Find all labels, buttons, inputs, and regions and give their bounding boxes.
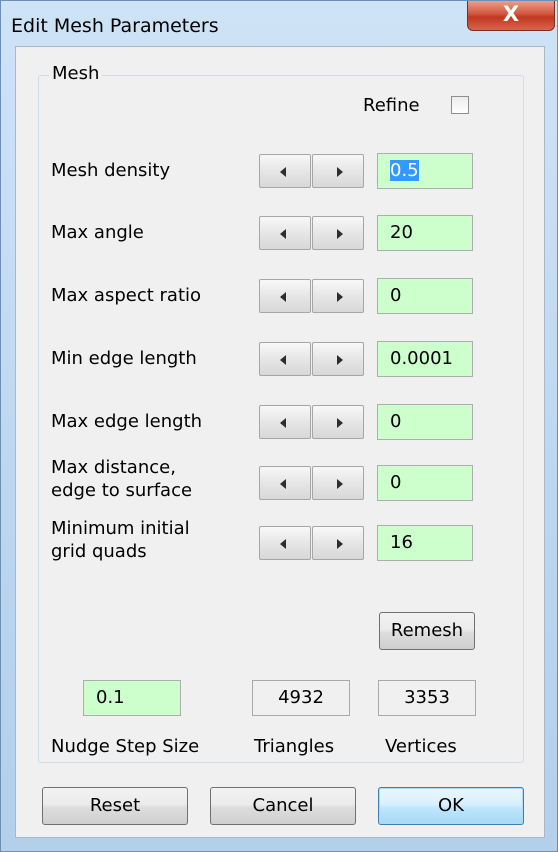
triangle-right-icon xyxy=(337,539,343,549)
nudge-step-size-field[interactable]: 0.1 xyxy=(83,680,181,716)
max-angle-spinner xyxy=(259,216,365,250)
title-bar[interactable]: Edit Mesh Parameters X xyxy=(1,1,558,49)
reset-button[interactable]: Reset xyxy=(42,787,188,825)
vertices-count: 3353 xyxy=(378,680,476,716)
nudge-step-size-caption: Nudge Step Size xyxy=(51,736,200,757)
triangle-right-icon xyxy=(337,418,343,428)
triangle-left-icon xyxy=(280,539,286,549)
triangle-right-icon xyxy=(337,479,343,489)
mesh-density-decrement-button[interactable] xyxy=(259,154,311,188)
mesh-density-spinner xyxy=(259,154,365,188)
triangles-count: 4932 xyxy=(252,680,350,716)
window-title: Edit Mesh Parameters xyxy=(11,15,219,37)
remesh-button[interactable]: Remesh xyxy=(379,612,475,650)
max-aspect-ratio-field[interactable]: 0 xyxy=(377,278,473,314)
refine-label: Refine xyxy=(363,95,420,116)
cancel-button[interactable]: Cancel xyxy=(210,787,356,825)
triangles-caption: Triangles xyxy=(254,736,335,757)
triangle-left-icon xyxy=(280,418,286,428)
max-edge-length-label: Max edge length xyxy=(51,411,203,432)
max-aspect-ratio-decrement-button[interactable] xyxy=(259,279,311,313)
triangle-left-icon xyxy=(280,292,286,302)
triangle-left-icon xyxy=(280,355,286,365)
mesh-density-label: Mesh density xyxy=(51,160,171,181)
mesh-density-increment-button[interactable] xyxy=(312,154,364,188)
min-edge-length-field[interactable]: 0.0001 xyxy=(377,341,473,377)
mesh-density-field[interactable]: 0.5 xyxy=(377,153,473,189)
max-angle-decrement-button[interactable] xyxy=(259,216,311,250)
mesh-groupbox: Mesh Refine Mesh density 0.5 Max angle 2… xyxy=(38,63,524,763)
min-initial-grid-quads-decrement-button[interactable] xyxy=(259,526,311,560)
max-distance-increment-button[interactable] xyxy=(312,466,364,500)
triangle-right-icon xyxy=(337,355,343,365)
dialog-window: Edit Mesh Parameters X Mesh Refine Mesh … xyxy=(0,0,558,852)
min-initial-grid-quads-label-line1: Minimum initial xyxy=(51,518,190,539)
max-angle-field[interactable]: 20 xyxy=(377,215,473,251)
min-edge-length-increment-button[interactable] xyxy=(312,342,364,376)
max-edge-length-spinner xyxy=(259,405,365,439)
max-aspect-ratio-label: Max aspect ratio xyxy=(51,285,202,306)
max-distance-field[interactable]: 0 xyxy=(377,465,473,501)
min-initial-grid-quads-label-line2: grid quads xyxy=(51,541,147,562)
triangle-right-icon xyxy=(337,292,343,302)
max-distance-spinner xyxy=(259,466,365,500)
mesh-group-label: Mesh xyxy=(49,63,103,84)
triangle-right-icon xyxy=(337,229,343,239)
max-angle-label: Max angle xyxy=(51,222,144,243)
max-angle-increment-button[interactable] xyxy=(312,216,364,250)
max-distance-decrement-button[interactable] xyxy=(259,466,311,500)
triangle-right-icon xyxy=(337,167,343,177)
ok-button[interactable]: OK xyxy=(378,787,524,825)
max-distance-label-line2: edge to surface xyxy=(51,480,193,501)
triangle-left-icon xyxy=(280,479,286,489)
max-edge-length-increment-button[interactable] xyxy=(312,405,364,439)
max-distance-label-line1: Max distance, xyxy=(51,457,176,478)
refine-checkbox[interactable] xyxy=(451,96,469,114)
triangle-left-icon xyxy=(280,167,286,177)
vertices-caption: Vertices xyxy=(385,736,457,757)
close-button[interactable]: X xyxy=(467,1,555,31)
dialog-client-area: Mesh Refine Mesh density 0.5 Max angle 2… xyxy=(15,46,545,838)
max-edge-length-field[interactable]: 0 xyxy=(377,404,473,440)
min-initial-grid-quads-spinner xyxy=(259,526,365,560)
max-aspect-ratio-increment-button[interactable] xyxy=(312,279,364,313)
min-edge-length-spinner xyxy=(259,342,365,376)
max-edge-length-decrement-button[interactable] xyxy=(259,405,311,439)
min-initial-grid-quads-field[interactable]: 16 xyxy=(377,525,473,561)
max-aspect-ratio-spinner xyxy=(259,279,365,313)
min-initial-grid-quads-increment-button[interactable] xyxy=(312,526,364,560)
min-edge-length-label: Min edge length xyxy=(51,348,197,369)
min-edge-length-decrement-button[interactable] xyxy=(259,342,311,376)
triangle-left-icon xyxy=(280,229,286,239)
close-icon: X xyxy=(502,2,520,26)
